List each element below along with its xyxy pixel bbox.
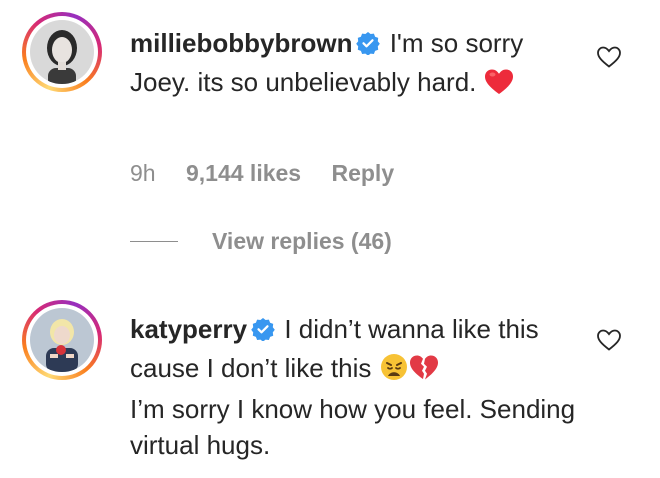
avatar-border: [26, 304, 98, 376]
avatar: [30, 20, 94, 84]
reply-button[interactable]: Reply: [331, 160, 394, 186]
avatar-ring[interactable]: [22, 12, 102, 92]
avatar: [30, 308, 94, 372]
comment-meta: 9h 9,144 likes Reply: [130, 160, 418, 187]
view-replies-label[interactable]: View replies (46): [212, 228, 392, 255]
divider-line: [130, 241, 178, 242]
broken-heart-icon: [409, 354, 439, 391]
username[interactable]: milliebobbybrown: [130, 28, 352, 58]
like-comment-button[interactable]: [596, 45, 622, 74]
verified-badge-icon: [356, 28, 381, 64]
username[interactable]: katyperry: [130, 314, 247, 344]
comment-time: 9h: [130, 160, 156, 186]
avatar-border: [26, 16, 98, 88]
comment-text: katyperry I didn’t wanna like this cause…: [130, 311, 580, 463]
avatar-ring[interactable]: [22, 300, 102, 380]
likes-count[interactable]: 9,144 likes: [186, 160, 301, 186]
verified-badge-icon: [251, 314, 275, 350]
comment-text: milliebobbybrown I'm so sorry Joey. its …: [130, 25, 570, 105]
red-heart-icon: [484, 68, 514, 105]
like-comment-button[interactable]: [596, 328, 622, 357]
comment-body-part2: I’m sorry I know how you feel. Sending v…: [130, 394, 576, 460]
weary-face-icon: [379, 352, 409, 391]
